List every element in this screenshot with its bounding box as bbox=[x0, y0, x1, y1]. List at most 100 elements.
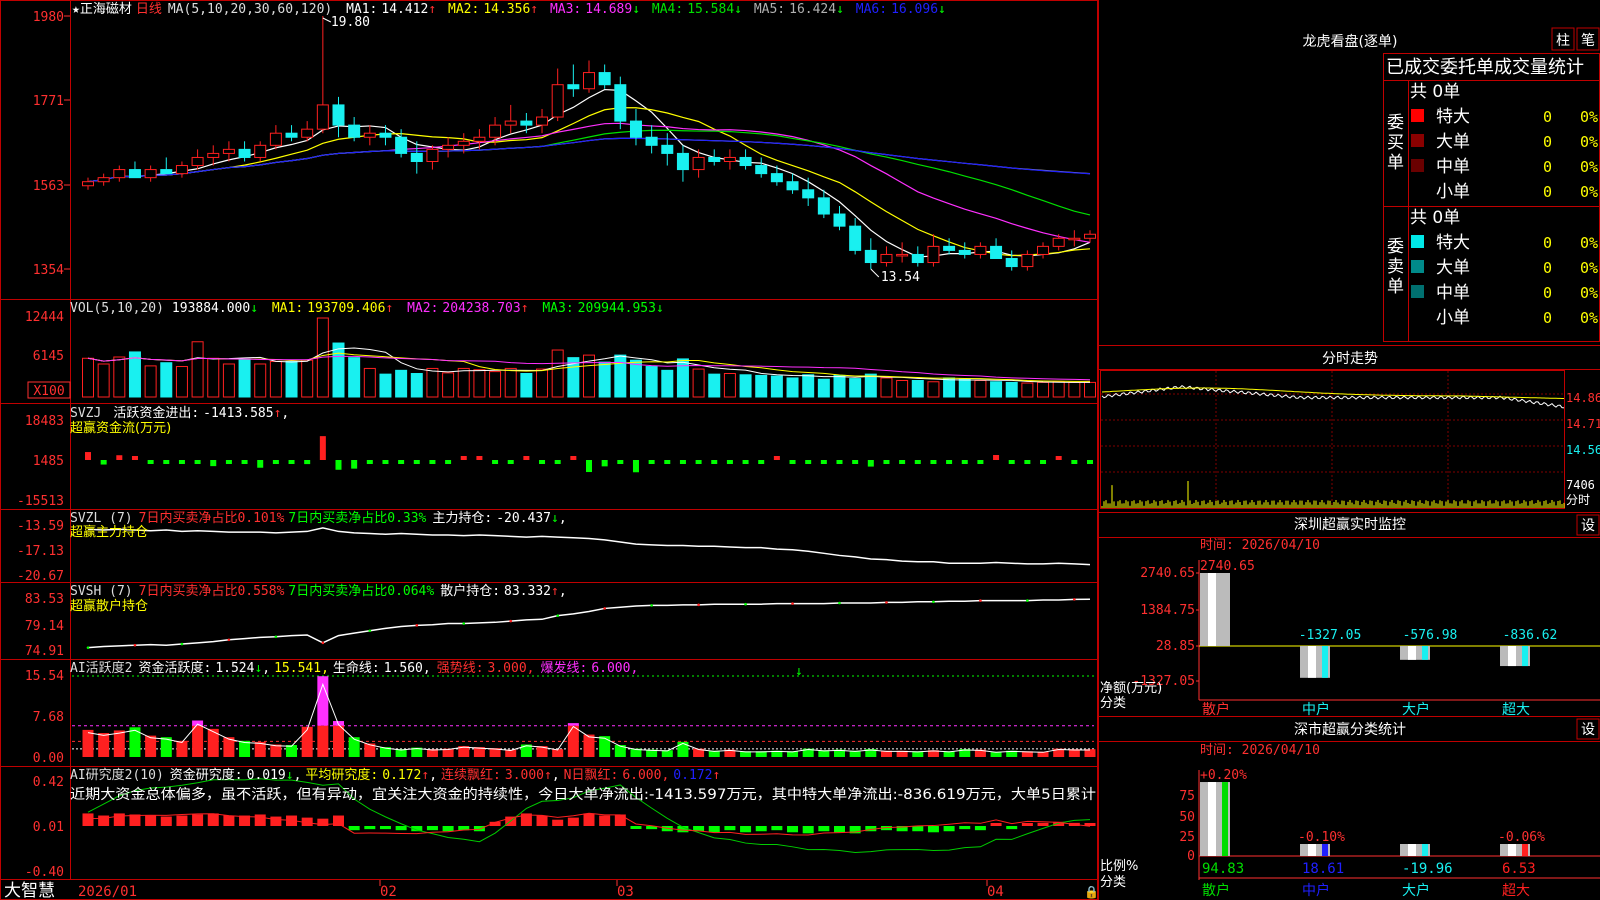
class-category: 大户 bbox=[1402, 882, 1430, 899]
candle-body bbox=[82, 181, 94, 187]
brand-logo: 大智慧 bbox=[4, 881, 55, 900]
lhb-color-swatch bbox=[1411, 109, 1424, 122]
class-ytick: 75 bbox=[1179, 789, 1195, 804]
svzj-panel bbox=[85, 436, 1093, 473]
flow-bar bbox=[648, 460, 655, 464]
retail-dot bbox=[885, 601, 888, 604]
volume-bar bbox=[755, 374, 768, 398]
volume-bar bbox=[254, 363, 267, 398]
volume-bar bbox=[927, 381, 940, 398]
volume-bar bbox=[990, 381, 1003, 398]
class-category: 散户 bbox=[1202, 882, 1230, 899]
volume-bar bbox=[661, 369, 674, 398]
class-ytick: 50 bbox=[1179, 810, 1195, 825]
research-bar bbox=[442, 826, 454, 832]
candle-body bbox=[708, 156, 721, 162]
class-ytick: 0 bbox=[1187, 849, 1195, 864]
volume-bar bbox=[489, 371, 502, 398]
activity-bar bbox=[176, 740, 188, 757]
class-xlabel: 分类 bbox=[1100, 875, 1126, 890]
flow-bar bbox=[366, 460, 373, 464]
class-bar-delta: +0.20% bbox=[1200, 768, 1247, 783]
volume-bar bbox=[269, 360, 282, 398]
candle-body bbox=[457, 140, 470, 146]
flow-bar bbox=[899, 460, 906, 464]
high-label: 19.80 bbox=[331, 15, 370, 30]
flow-bar bbox=[852, 460, 859, 464]
retail-dot bbox=[180, 642, 184, 646]
research-bar bbox=[364, 826, 376, 830]
candle-body bbox=[990, 245, 1003, 259]
volume-bar bbox=[1052, 381, 1065, 398]
candle-body bbox=[864, 249, 877, 264]
main-ytick: 1563 bbox=[33, 179, 64, 194]
monitor-ytick: 2740.65 bbox=[1140, 566, 1195, 581]
main-chart-frame bbox=[0, 0, 1098, 900]
research-bar bbox=[333, 815, 344, 826]
volume-bar bbox=[802, 374, 815, 398]
activity-bar bbox=[113, 730, 125, 757]
candle-body bbox=[363, 132, 376, 138]
research-bar bbox=[348, 826, 360, 831]
retail-dot bbox=[274, 635, 278, 639]
candle-body bbox=[191, 156, 204, 167]
flow-bar bbox=[1055, 456, 1062, 460]
flow-bar bbox=[257, 460, 264, 468]
candle-body bbox=[207, 152, 220, 158]
activity-bar bbox=[567, 723, 579, 726]
fenshi-title: 分时走势 bbox=[1322, 351, 1378, 367]
xaxis-label: 03 bbox=[617, 884, 634, 900]
svzl-ytick: -17.13 bbox=[17, 544, 64, 559]
flow-bar bbox=[460, 456, 467, 460]
flow-bar bbox=[820, 460, 827, 464]
flow-bar bbox=[225, 460, 232, 464]
research-bar bbox=[771, 826, 783, 831]
volume-bar bbox=[645, 366, 658, 398]
low-marker bbox=[870, 268, 880, 278]
lock-icon[interactable]: 🔒 bbox=[1084, 885, 1099, 899]
candle-body bbox=[160, 169, 173, 175]
research-bar bbox=[599, 815, 611, 826]
class-ylabel: 比例% bbox=[1100, 859, 1138, 874]
volume-bar bbox=[849, 378, 862, 398]
research-bar bbox=[98, 815, 110, 826]
flow-bar bbox=[570, 456, 577, 460]
class-bar-highlight bbox=[1508, 844, 1516, 856]
volume-bar bbox=[144, 365, 157, 398]
research-bar bbox=[943, 826, 955, 832]
ai1-ytick: 7.68 bbox=[33, 710, 64, 725]
monitor-time: 时间: 2026/04/10 bbox=[1200, 538, 1320, 553]
candle-body bbox=[723, 156, 736, 162]
svsh-panel bbox=[86, 598, 1091, 649]
high-marker bbox=[322, 17, 332, 23]
activity-bar bbox=[192, 720, 204, 726]
main-header: ★正海磁材 日线 MA(5,10,20,30,60,120) MA1: 14.412↑… bbox=[72, 2, 946, 17]
lhb-color-swatch bbox=[1411, 134, 1424, 147]
lhb-side-label: 单 bbox=[1387, 153, 1404, 173]
flow-bar bbox=[398, 460, 405, 464]
svsh-ytick: 74.91 bbox=[25, 644, 64, 659]
activity-bar bbox=[583, 734, 595, 757]
activity-bar bbox=[239, 740, 251, 757]
volume-bar bbox=[332, 342, 345, 398]
candle-body bbox=[817, 197, 830, 215]
candle-body bbox=[692, 156, 705, 171]
lhb-color-swatch bbox=[1411, 235, 1424, 248]
retail-dot bbox=[415, 624, 419, 627]
ai2-ytick: -0.40 bbox=[25, 865, 64, 880]
lhb-row-count: 0 bbox=[1543, 158, 1552, 176]
flow-bar bbox=[382, 460, 389, 464]
volume-bar bbox=[739, 374, 752, 398]
candle-body bbox=[473, 136, 486, 142]
flow-bar bbox=[335, 460, 342, 470]
ma-line bbox=[87, 137, 1091, 183]
research-bar bbox=[473, 826, 485, 832]
lhb-row-pct: 0% bbox=[1580, 133, 1598, 151]
flow-bar bbox=[773, 456, 780, 460]
svzj-ytick: 18483 bbox=[25, 414, 64, 429]
monitor-ytick: 1384.75 bbox=[1140, 603, 1195, 618]
volume-bar bbox=[974, 379, 987, 398]
flow-bar bbox=[178, 460, 185, 464]
monitor-bar-highlight bbox=[1208, 573, 1216, 646]
candle-body bbox=[1037, 245, 1050, 255]
